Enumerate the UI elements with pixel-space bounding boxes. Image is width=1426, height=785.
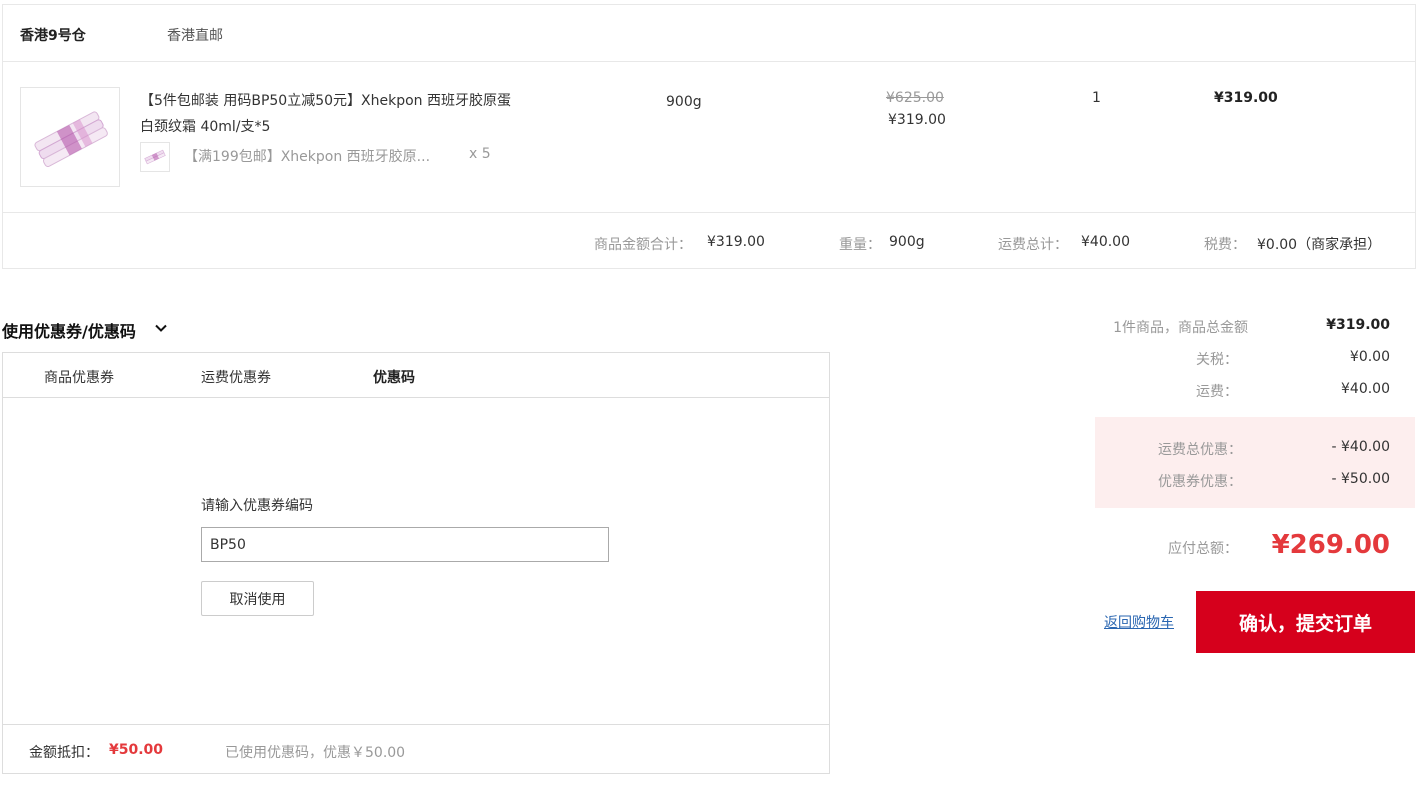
payable-amount: ¥269.00 <box>1271 530 1390 560</box>
items-total-value: ¥319.00 <box>1326 317 1390 333</box>
coupon-heading[interactable]: 使用优惠券/优惠码 <box>2 318 136 342</box>
item-row: 【5件包邮装 用码BP50立减50元】Xhekpon 西班牙胶原蛋白颈纹霜 40… <box>3 62 1415 213</box>
goods-total-label: 商品金额合计： <box>594 237 692 253</box>
bundle-item-image <box>140 142 170 172</box>
freight-label: 运费： <box>1196 384 1238 400</box>
tab-promo-code[interactable]: 优惠码 <box>373 367 415 387</box>
freight-discount-label: 运费总优惠： <box>1158 442 1242 458</box>
shipping-method: 香港直邮 <box>167 28 223 44</box>
freight-discount-value: - ¥40.00 <box>1331 439 1391 455</box>
warehouse-name: 香港9号仓 <box>20 28 86 44</box>
promo-code-label: 请输入优惠券编码 <box>201 498 313 514</box>
weight-label: 重量： <box>839 237 881 253</box>
order-box: 香港9号仓 香港直邮 【5件包邮装 用码BP50立减50元】Xhekpon 西班… <box>2 4 1416 269</box>
chevron-down-icon[interactable] <box>153 320 169 336</box>
product-title[interactable]: 【5件包邮装 用码BP50立减50元】Xhekpon 西班牙胶原蛋白颈纹霜 40… <box>140 88 520 140</box>
promo-code-input[interactable] <box>201 527 609 562</box>
coupon-footer: 金额抵扣： ¥50.00 已使用优惠码，优惠￥50.00 <box>3 724 829 774</box>
tax-label: 税费： <box>1204 237 1246 253</box>
bundle-item-name: 【满199包邮】Xhekpon 西班牙胶原... <box>184 149 431 165</box>
item-subtotal: ¥319.00 <box>1214 90 1278 106</box>
deduction-note: 已使用优惠码，优惠￥50.00 <box>225 745 406 761</box>
discount-box: 运费总优惠： - ¥40.00 优惠券优惠： - ¥50.00 <box>1095 417 1415 508</box>
weight-value: 900g <box>889 234 925 250</box>
unit-price: ¥319.00 <box>888 112 946 128</box>
items-total-label: 1件商品，商品总金额 <box>1113 320 1248 336</box>
coupon-tabs: 商品优惠券 运费优惠券 优惠码 <box>3 353 829 398</box>
tab-product-coupon[interactable]: 商品优惠券 <box>44 367 114 387</box>
product-spec: 900g <box>666 94 702 110</box>
coupon-discount-value: - ¥50.00 <box>1331 471 1391 487</box>
duty-label: 关税： <box>1196 352 1238 368</box>
quantity: 1 <box>1092 90 1101 106</box>
deduction-amount: ¥50.00 <box>109 742 164 758</box>
tax-value: ¥0.00（商家承担） <box>1257 237 1382 253</box>
shipping-total-value: ¥40.00 <box>1081 234 1130 250</box>
shipping-total-label: 运费总计： <box>998 237 1068 253</box>
coupon-discount-label: 优惠券优惠： <box>1158 474 1242 490</box>
goods-total-value: ¥319.00 <box>707 234 765 250</box>
back-to-cart-link[interactable]: 返回购物车 <box>1104 612 1174 632</box>
freight-value: ¥40.00 <box>1341 381 1390 397</box>
bundle-item-qty: x 5 <box>469 146 491 162</box>
tab-shipping-coupon[interactable]: 运费优惠券 <box>201 367 271 387</box>
original-price: ¥625.00 <box>886 90 944 106</box>
submit-order-button[interactable]: 确认，提交订单 <box>1196 591 1415 653</box>
warehouse-row: 香港9号仓 香港直邮 <box>3 5 1415 62</box>
duty-value: ¥0.00 <box>1349 349 1390 365</box>
deduction-label: 金额抵扣： <box>29 745 99 761</box>
coupon-panel: 商品优惠券 运费优惠券 优惠码 请输入优惠券编码 取消使用 金额抵扣： ¥50.… <box>2 352 830 774</box>
product-image[interactable] <box>20 87 120 187</box>
payable-label: 应付总额： <box>1168 541 1238 557</box>
cancel-coupon-button[interactable]: 取消使用 <box>201 581 314 616</box>
order-summary-row: 商品金额合计： ¥319.00 重量： 900g 运费总计： ¥40.00 税费… <box>3 213 1415 269</box>
